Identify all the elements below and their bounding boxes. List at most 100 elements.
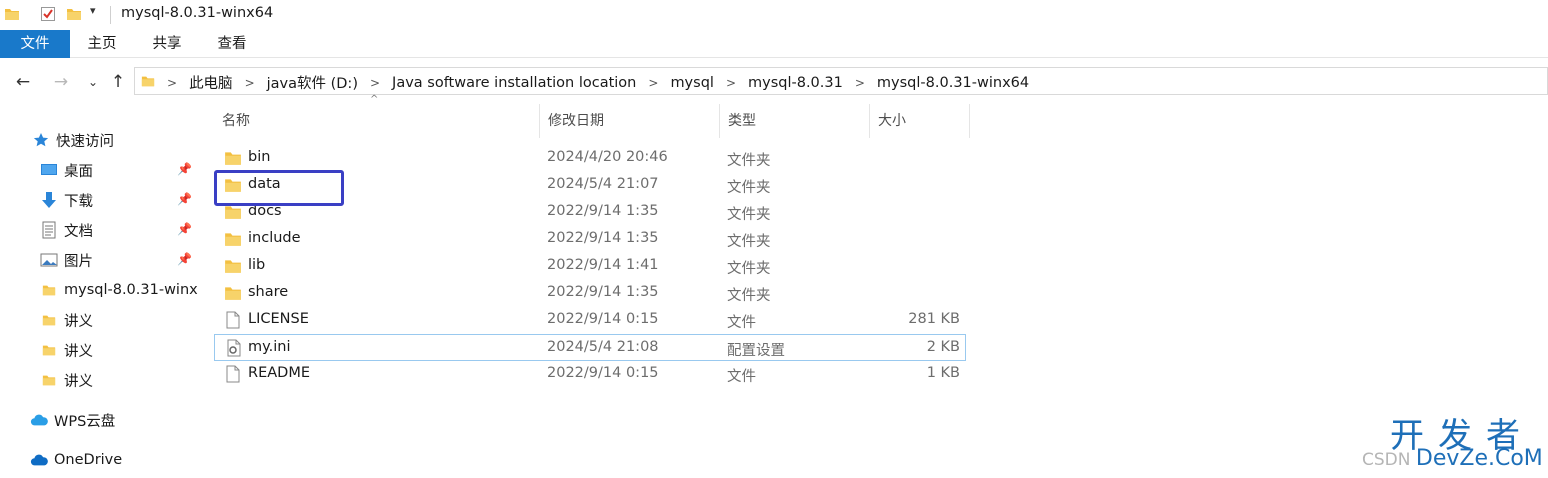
address-bar[interactable]: > 此电脑 > java软件 (D:) > Java software inst…	[134, 67, 1548, 95]
sidebar-item-label: 快速访问	[56, 133, 114, 150]
tab-file[interactable]: 文件	[0, 30, 70, 58]
folder-icon	[225, 152, 241, 165]
folder-icon	[5, 9, 19, 20]
breadcrumb-current[interactable]: mysql-8.0.31-winx64	[877, 75, 1029, 91]
tab-share[interactable]: 共享	[136, 30, 198, 58]
sidebar-item-label: 讲义	[64, 343, 93, 360]
up-arrow-icon[interactable]: ↑	[107, 72, 129, 92]
breadcrumb-this-pc[interactable]: 此电脑	[189, 72, 233, 93]
file-date: 2024/5/4 21:07	[547, 176, 659, 192]
window-title: mysql-8.0.31-winx64	[121, 5, 274, 21]
breadcrumb: > 此电脑 > java软件 (D:) > Java software inst…	[167, 72, 1029, 93]
sidebar-item-label: OneDrive	[54, 452, 123, 468]
file-type: 文件夹	[727, 153, 771, 169]
file-icon	[226, 365, 240, 383]
pin-icon[interactable]: 📌	[177, 162, 192, 176]
file-row[interactable]: share 2022/9/14 1:35 文件夹	[214, 280, 966, 307]
pin-icon[interactable]: 📌	[177, 222, 192, 236]
file-date: 2022/9/14 0:15	[547, 365, 659, 381]
file-icon	[226, 311, 240, 329]
sidebar-item-label: 文档	[64, 223, 93, 240]
folder-icon	[225, 287, 241, 300]
column-header-size[interactable]: 大小	[870, 104, 970, 138]
recent-locations-chevron-icon[interactable]: ⌄	[82, 75, 104, 89]
sidebar-item-downloads[interactable]: 下载 📌	[40, 185, 198, 215]
file-type: 文件	[727, 369, 756, 385]
folder-icon	[40, 341, 58, 359]
sidebar-item-handout-1[interactable]: 讲义	[40, 305, 198, 335]
folder-icon	[40, 311, 58, 329]
file-type: 文件夹	[727, 288, 771, 304]
breadcrumb-chevron-icon[interactable]: >	[167, 76, 177, 90]
sidebar-item-label: 讲义	[64, 313, 93, 330]
file-row[interactable]: lib 2022/9/14 1:41 文件夹	[214, 253, 966, 280]
file-row[interactable]: README 2022/9/14 0:15 文件 1 KB	[214, 361, 966, 388]
settings-file-icon	[227, 339, 241, 357]
tab-home[interactable]: 主页	[72, 30, 132, 58]
sidebar-item-documents[interactable]: 文档 📌	[40, 215, 198, 245]
breadcrumb-chevron-icon[interactable]: >	[245, 76, 255, 90]
pin-icon[interactable]: 📌	[177, 192, 192, 206]
column-header-name[interactable]: 名称	[214, 104, 540, 138]
breadcrumb-mysql-version[interactable]: mysql-8.0.31	[748, 75, 843, 91]
column-header-date[interactable]: 修改日期	[540, 104, 720, 138]
sidebar-item-wps-cloud[interactable]: WPS云盘	[30, 405, 198, 435]
document-icon	[40, 221, 58, 239]
folder-icon	[40, 371, 58, 389]
file-type: 文件夹	[727, 180, 771, 196]
properties-icon[interactable]	[40, 6, 56, 22]
sidebar-item-desktop[interactable]: 桌面 📌	[40, 155, 198, 185]
breadcrumb-drive-d[interactable]: java软件 (D:)	[267, 72, 358, 93]
file-type: 文件	[727, 315, 756, 331]
file-date: 2022/9/14 1:41	[547, 257, 659, 273]
title-bar: ▾ mysql-8.0.31-winx64	[0, 0, 1548, 30]
watermark-brand: CSDN DevZe.CoM	[1362, 446, 1543, 471]
breadcrumb-java-install[interactable]: Java software installation location	[392, 75, 636, 91]
onedrive-cloud-icon	[30, 451, 48, 469]
column-header-type[interactable]: 类型	[720, 104, 870, 138]
back-arrow-icon[interactable]: ←	[12, 72, 34, 92]
file-name: my.ini	[248, 339, 291, 355]
ribbon-tabs: 文件 主页 共享 查看	[0, 30, 1548, 58]
file-date: 2024/5/4 21:08	[547, 339, 659, 355]
sidebar-item-handout-2[interactable]: 讲义	[40, 335, 198, 365]
breadcrumb-chevron-icon[interactable]: >	[370, 76, 380, 90]
file-name: LICENSE	[248, 311, 309, 327]
sidebar-item-mysql-folder[interactable]: mysql-8.0.31-winx	[40, 275, 198, 305]
sidebar-item-label: 讲义	[64, 373, 93, 390]
pin-icon[interactable]: 📌	[177, 252, 192, 266]
qat-dropdown-icon[interactable]: ▾	[90, 4, 96, 17]
file-date: 2022/9/14 1:35	[547, 284, 659, 300]
sidebar-item-onedrive[interactable]: OneDrive	[30, 445, 198, 475]
file-size: 1 KB	[926, 365, 960, 381]
breadcrumb-chevron-icon[interactable]: >	[648, 76, 658, 90]
file-name: include	[248, 230, 301, 246]
desktop-icon	[40, 161, 58, 179]
sidebar-item-label: WPS云盘	[54, 413, 116, 430]
tab-view[interactable]: 查看	[202, 30, 262, 58]
annotation-highlight-box	[214, 170, 344, 206]
breadcrumb-mysql[interactable]: mysql	[670, 75, 714, 91]
file-name: README	[248, 365, 310, 381]
sidebar-item-handout-3[interactable]: 讲义	[40, 365, 198, 395]
sidebar-item-label: 下载	[64, 193, 93, 210]
file-date: 2022/9/14 1:35	[547, 203, 659, 219]
file-row[interactable]: include 2022/9/14 1:35 文件夹	[214, 226, 966, 253]
file-date: 2022/9/14 0:15	[547, 311, 659, 327]
download-icon	[40, 191, 58, 209]
file-row[interactable]: LICENSE 2022/9/14 0:15 文件 281 KB	[214, 307, 966, 334]
watermark-domain: DevZe.CoM	[1415, 446, 1543, 471]
navigation-pane: 快速访问 桌面 📌 下载 📌 文档 📌 图片 📌 mysql-8.0.31-wi…	[0, 104, 200, 478]
sidebar-item-pictures[interactable]: 图片 📌	[40, 245, 198, 275]
breadcrumb-chevron-icon[interactable]: >	[726, 76, 736, 90]
file-type: 文件夹	[727, 234, 771, 250]
file-row[interactable]: bin 2024/4/20 20:46 文件夹	[214, 145, 966, 172]
title-separator	[110, 6, 111, 24]
forward-arrow-icon[interactable]: →	[50, 72, 72, 92]
file-name: share	[248, 284, 289, 300]
new-folder-icon[interactable]	[66, 6, 82, 22]
file-row[interactable]: my.ini 2024/5/4 21:08 配置设置 2 KB	[214, 334, 966, 361]
breadcrumb-chevron-icon[interactable]: >	[855, 76, 865, 90]
sidebar-item-label: 桌面	[64, 163, 93, 180]
sidebar-item-quick-access[interactable]: 快速访问	[32, 125, 198, 155]
